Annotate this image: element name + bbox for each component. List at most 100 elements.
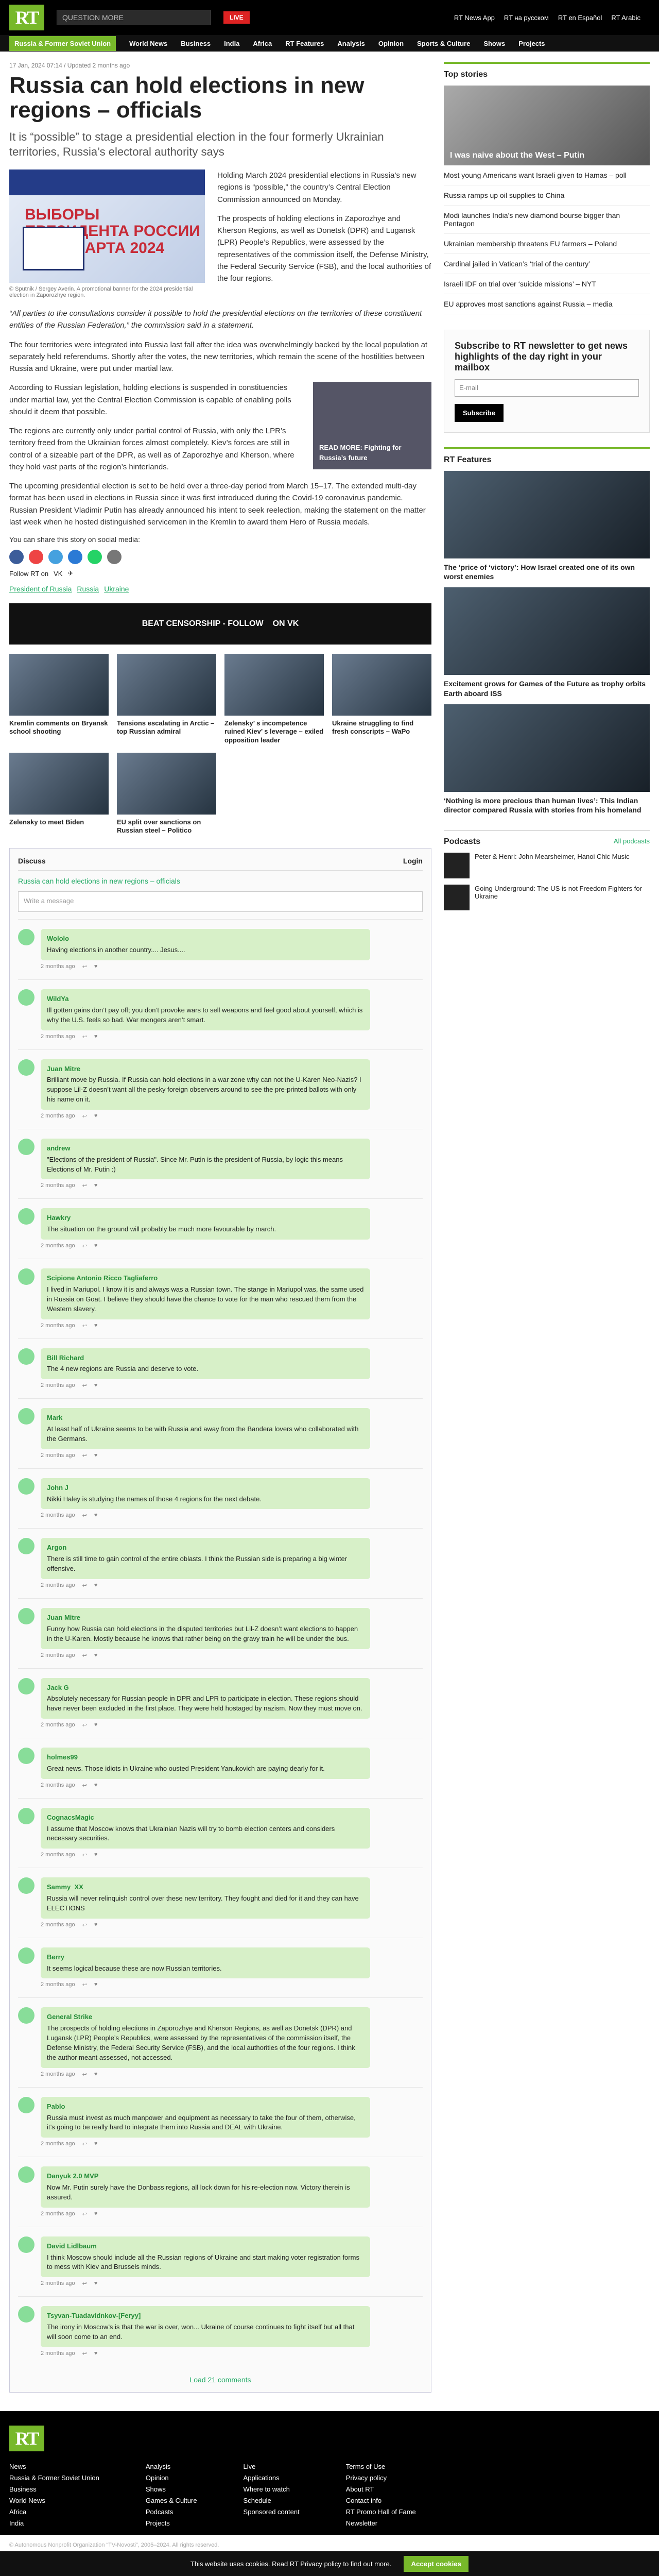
reply-icon[interactable]: ↩ — [82, 1512, 87, 1519]
comment-input[interactable]: Write a message — [18, 891, 423, 912]
comment-author[interactable]: Sammy_XX — [47, 1883, 364, 1892]
comment-author[interactable]: Berry — [47, 1953, 364, 1962]
footer-link[interactable]: Schedule — [244, 2497, 300, 2504]
facebook-icon[interactable] — [9, 550, 24, 565]
comment-author[interactable]: CognacsMagic — [47, 1813, 364, 1823]
like-icon[interactable]: ♥ — [94, 1722, 98, 1728]
telegram-icon[interactable] — [68, 550, 82, 565]
live-button[interactable]: LIVE — [223, 11, 250, 24]
like-icon[interactable]: ♥ — [94, 2350, 98, 2357]
comment-author[interactable]: Tsyvan-Tuadavidnkov-[Feryy] — [47, 2311, 364, 2321]
hero-image[interactable]: ВЫБОРЫ ПРЕЗИДЕНТА РОССИИ 15–17 МАРТА 202… — [9, 170, 205, 283]
reply-icon[interactable]: ↩ — [82, 2071, 87, 2078]
comment-author[interactable]: Hawkry — [47, 1213, 364, 1223]
reply-icon[interactable]: ↩ — [82, 1452, 87, 1459]
footer-link[interactable]: Live — [244, 2463, 300, 2470]
top-story-link[interactable]: Ukrainian membership threatens EU farmer… — [444, 234, 650, 254]
nav-business[interactable]: Business — [181, 40, 211, 47]
reply-icon[interactable]: ↩ — [82, 1852, 87, 1858]
nav-sports-culture[interactable]: Sports & Culture — [417, 40, 470, 47]
like-icon[interactable]: ♥ — [94, 1452, 98, 1459]
footer-link[interactable]: RT Promo Hall of Fame — [346, 2508, 416, 2516]
footer-link[interactable]: Shows — [146, 2485, 197, 2493]
footer-link[interactable]: World News — [9, 2497, 99, 2504]
tag-link[interactable]: Ukraine — [104, 585, 129, 593]
footer-link[interactable]: Applications — [244, 2474, 300, 2482]
reply-icon[interactable]: ↩ — [82, 2280, 87, 2287]
footer-link[interactable]: Projects — [146, 2519, 197, 2527]
avatar[interactable] — [18, 1208, 34, 1225]
feature-title[interactable]: The ‘price of ‘victory’: How Israel crea… — [444, 563, 650, 581]
reply-icon[interactable]: ↩ — [82, 1113, 87, 1120]
avatar[interactable] — [18, 989, 34, 1006]
comment-author[interactable]: andrew — [47, 1144, 364, 1154]
comment-author[interactable]: Argon — [47, 1543, 364, 1553]
login-link[interactable]: Login — [403, 857, 423, 865]
promo-banner[interactable]: BEAT CENSORSHIP - FOLLOW ON VK — [9, 603, 431, 645]
podcast-item[interactable]: Going Underground: The US is not Freedom… — [444, 885, 650, 911]
like-icon[interactable]: ♥ — [94, 1652, 98, 1659]
top-link[interactable]: RT на русском — [504, 14, 549, 22]
like-icon[interactable]: ♥ — [94, 2211, 98, 2217]
reply-icon[interactable]: ↩ — [82, 1582, 87, 1589]
related-card[interactable]: Kremlin comments on Bryansk school shoot… — [9, 654, 109, 744]
avatar[interactable] — [18, 2096, 34, 2113]
like-icon[interactable]: ♥ — [94, 2071, 98, 2078]
all-podcasts-link[interactable]: All podcasts — [614, 837, 650, 846]
footer-link[interactable]: Opinion — [146, 2474, 197, 2482]
reply-icon[interactable]: ↩ — [82, 1722, 87, 1728]
footer-link[interactable]: News — [9, 2463, 99, 2470]
avatar[interactable] — [18, 1748, 34, 1765]
footer-link[interactable]: Africa — [9, 2508, 99, 2516]
footer-link[interactable]: Where to watch — [244, 2485, 300, 2493]
footer-link[interactable]: Russia & Former Soviet Union — [9, 2474, 99, 2482]
avatar[interactable] — [18, 1807, 34, 1824]
top-link[interactable]: RT Arabic — [611, 14, 640, 22]
comment-author[interactable]: General Strike — [47, 2012, 364, 2022]
podcast-item[interactable]: Peter & Henri: John Mearsheimer, Hanoi C… — [444, 853, 650, 879]
whatsapp-icon[interactable] — [88, 550, 102, 565]
avatar[interactable] — [18, 2236, 34, 2253]
top-story-link[interactable]: Russia ramps up oil supplies to China — [444, 185, 650, 206]
comment-author[interactable]: Bill Richard — [47, 1353, 364, 1363]
like-icon[interactable]: ♥ — [94, 1782, 98, 1789]
reply-icon[interactable]: ↩ — [82, 1323, 87, 1329]
comment-author[interactable]: holmes99 — [47, 1753, 364, 1762]
top-story-link[interactable]: Cardinal jailed in Vatican’s ‘trial of t… — [444, 254, 650, 274]
related-card[interactable]: Ukraine struggling to find fresh conscri… — [332, 654, 431, 744]
feature-image[interactable] — [444, 704, 650, 792]
email-field[interactable]: E-mail — [455, 379, 639, 397]
top-story-link[interactable]: EU approves most sanctions against Russi… — [444, 294, 650, 314]
avatar[interactable] — [18, 1408, 34, 1425]
reply-icon[interactable]: ↩ — [82, 2350, 87, 2357]
like-icon[interactable]: ♥ — [94, 1852, 98, 1858]
footer-link[interactable]: Sponsored content — [244, 2508, 300, 2516]
comment-author[interactable]: Juan Mitre — [47, 1613, 364, 1623]
like-icon[interactable]: ♥ — [94, 1323, 98, 1329]
like-icon[interactable]: ♥ — [94, 1512, 98, 1519]
reply-icon[interactable]: ↩ — [82, 1922, 87, 1928]
feature-image[interactable] — [444, 471, 650, 558]
avatar[interactable] — [18, 1268, 34, 1285]
avatar[interactable] — [18, 1478, 34, 1495]
avatar[interactable] — [18, 1947, 34, 1964]
nav-analysis[interactable]: Analysis — [337, 40, 365, 47]
footer-link[interactable]: Privacy policy — [346, 2474, 416, 2482]
related-card[interactable]: EU split over sanctions on Russian steel… — [117, 752, 216, 835]
like-icon[interactable]: ♥ — [94, 2280, 98, 2287]
reply-icon[interactable]: ↩ — [82, 1981, 87, 1988]
related-card[interactable]: Zelensky’ s incompetence ruined Kiev’ s … — [224, 654, 324, 744]
tag-link[interactable]: Russia — [77, 585, 99, 593]
comment-author[interactable]: John J — [47, 1483, 364, 1493]
footer-link[interactable]: India — [9, 2519, 99, 2527]
top-link[interactable]: RT News App — [454, 14, 495, 22]
reply-icon[interactable]: ↩ — [82, 2211, 87, 2217]
footer-link[interactable]: Analysis — [146, 2463, 197, 2470]
reply-icon[interactable]: ↩ — [82, 1243, 87, 1249]
rt-logo[interactable]: RT — [9, 5, 44, 30]
like-icon[interactable]: ♥ — [94, 963, 98, 970]
avatar[interactable] — [18, 2166, 34, 2183]
comment-author[interactable]: Mark — [47, 1413, 364, 1423]
avatar[interactable] — [18, 1059, 34, 1076]
comment-author[interactable]: Wololo — [47, 934, 364, 944]
